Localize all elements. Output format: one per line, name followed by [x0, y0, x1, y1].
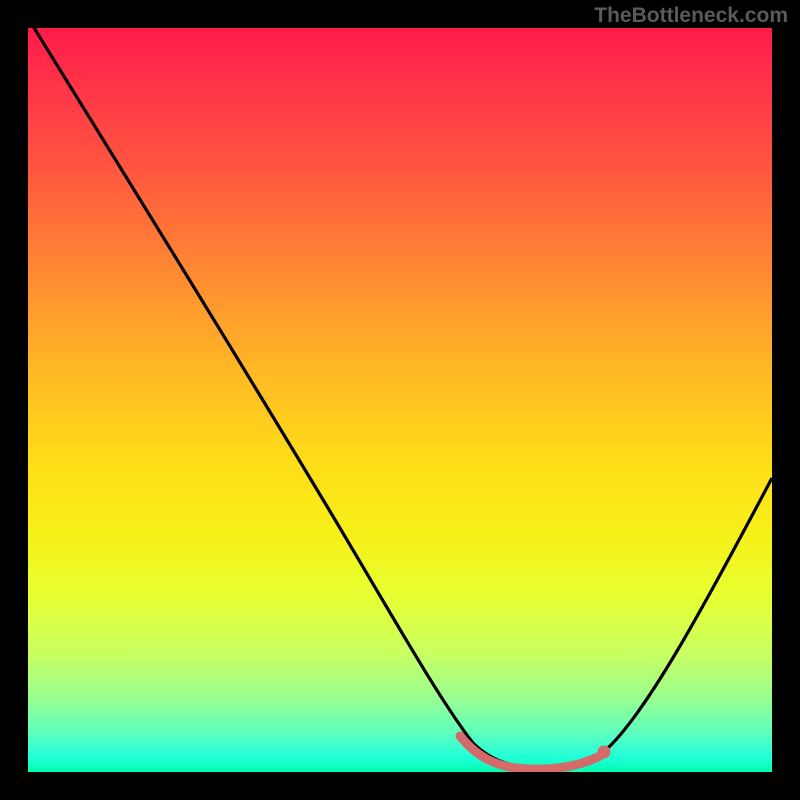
bottleneck-curve-path	[28, 28, 772, 768]
highlight-flat-region	[460, 736, 600, 769]
watermark-text: TheBottleneck.com	[594, 4, 788, 28]
highlight-dot-icon	[598, 746, 611, 759]
plot-area	[28, 28, 772, 772]
bottleneck-chart	[28, 28, 772, 772]
